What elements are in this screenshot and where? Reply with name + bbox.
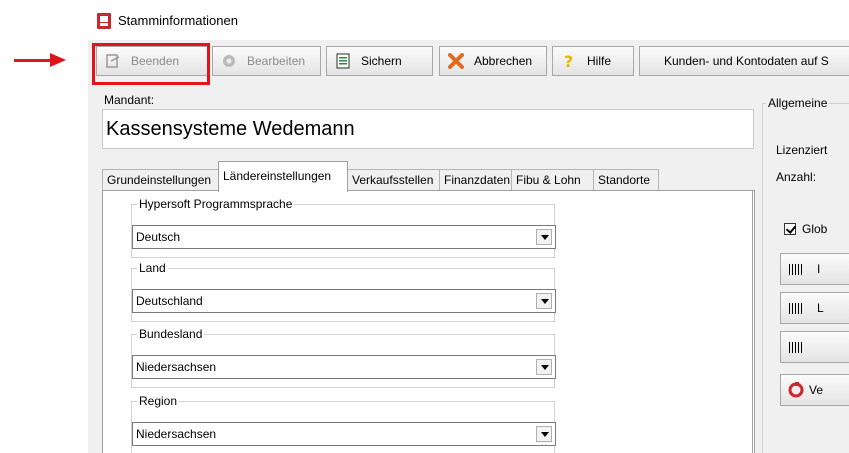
tab-fibu-lohn[interactable]: Fibu & Lohn [511, 169, 594, 191]
lizenziert-label: Lizenziert [776, 143, 828, 157]
chevron-down-icon[interactable] [536, 293, 552, 309]
annotation-arrow-head [50, 53, 66, 67]
refresh-icon [788, 382, 804, 401]
tab-laendereinstellungen[interactable]: Ländereinstellungen [218, 161, 348, 192]
save-icon [335, 53, 351, 69]
programmsprache-select[interactable]: Deutsch [132, 225, 556, 249]
programmsprache-group: Hypersoft Programmsprache Deutsch [131, 197, 556, 258]
cancel-x-icon [448, 53, 464, 69]
allgemeine-group-title: Allgemeine [766, 96, 830, 110]
region-label: Region [137, 394, 180, 408]
tab-standorte[interactable]: Standorte [593, 169, 659, 191]
ve-button[interactable]: Ve [780, 374, 849, 406]
abbrechen-button[interactable]: Abbrechen [439, 46, 547, 76]
region-value: Niedersachsen [136, 427, 217, 441]
hilfe-button[interactable]: ? Hilfe [552, 46, 634, 76]
barcode-button-3[interactable] [780, 331, 849, 363]
land-label: Land [137, 261, 168, 275]
bundesland-select[interactable]: Niedersachsen [132, 355, 556, 379]
barcode-button-2-label: L [817, 301, 824, 315]
ve-button-label: Ve [809, 383, 824, 397]
sichern-button[interactable]: Sichern [326, 46, 433, 76]
region-group: Region Niedersachsen [131, 394, 556, 453]
bundesland-value: Niedersachsen [136, 360, 217, 374]
region-select[interactable]: Niedersachsen [132, 422, 556, 446]
hilfe-label: Hilfe [587, 54, 612, 68]
window-title: Stamminformationen [118, 13, 238, 28]
kunden-label: Kunden- und Kontodaten auf S [664, 54, 829, 68]
title-bar: Stamminformationen [88, 0, 849, 40]
programmsprache-label: Hypersoft Programmsprache [137, 197, 295, 211]
tab-verkaufsstellen[interactable]: Verkaufsstellen [347, 169, 440, 191]
land-select[interactable]: Deutschland [132, 289, 556, 313]
tab-grundeinstellungen[interactable]: Grundeinstellungen [102, 169, 219, 191]
edit-gear-icon [221, 53, 237, 69]
anzahl-label: Anzahl: [776, 170, 817, 184]
global-checkbox[interactable] [784, 223, 796, 235]
tab-finanzdaten[interactable]: Finanzdaten [439, 169, 512, 191]
barcode-button-1-label: I [817, 262, 821, 276]
bundesland-label: Bundesland [137, 327, 205, 341]
chevron-down-icon[interactable] [536, 359, 552, 375]
barcode-button-2[interactable]: L [780, 292, 849, 324]
annotation-arrow [14, 59, 54, 62]
barcode-icon [789, 303, 803, 314]
laendereinstellungen-panel: Hypersoft Programmsprache Deutsch Land D… [102, 190, 755, 453]
abbrechen-label: Abbrechen [474, 54, 533, 68]
global-checkbox-label: Glob [802, 222, 828, 236]
barcode-icon [789, 264, 803, 275]
app-icon [97, 13, 111, 29]
right-group-border-left [762, 103, 763, 453]
bundesland-group: Bundesland Niedersachsen [131, 327, 556, 388]
mandant-field[interactable]: Kassensysteme Wedemann [102, 109, 754, 149]
help-question-icon: ? [561, 52, 577, 71]
bearbeiten-button[interactable]: Bearbeiten [212, 46, 321, 76]
svg-text:?: ? [564, 53, 573, 69]
kunden-kontodaten-button[interactable]: Kunden- und Kontodaten auf S [639, 46, 849, 76]
chevron-down-icon[interactable] [536, 426, 552, 442]
mandant-label: Mandant: [104, 93, 155, 107]
annotation-highlight-box [92, 43, 210, 85]
land-value: Deutschland [136, 294, 203, 308]
programmsprache-value: Deutsch [136, 230, 181, 244]
sichern-label: Sichern [361, 54, 402, 68]
barcode-button-1[interactable]: I [780, 253, 849, 285]
bearbeiten-label: Bearbeiten [247, 54, 306, 68]
barcode-icon [789, 342, 803, 353]
land-group: Land Deutschland [131, 261, 556, 322]
panel-divider [752, 190, 753, 453]
chevron-down-icon[interactable] [536, 229, 552, 245]
